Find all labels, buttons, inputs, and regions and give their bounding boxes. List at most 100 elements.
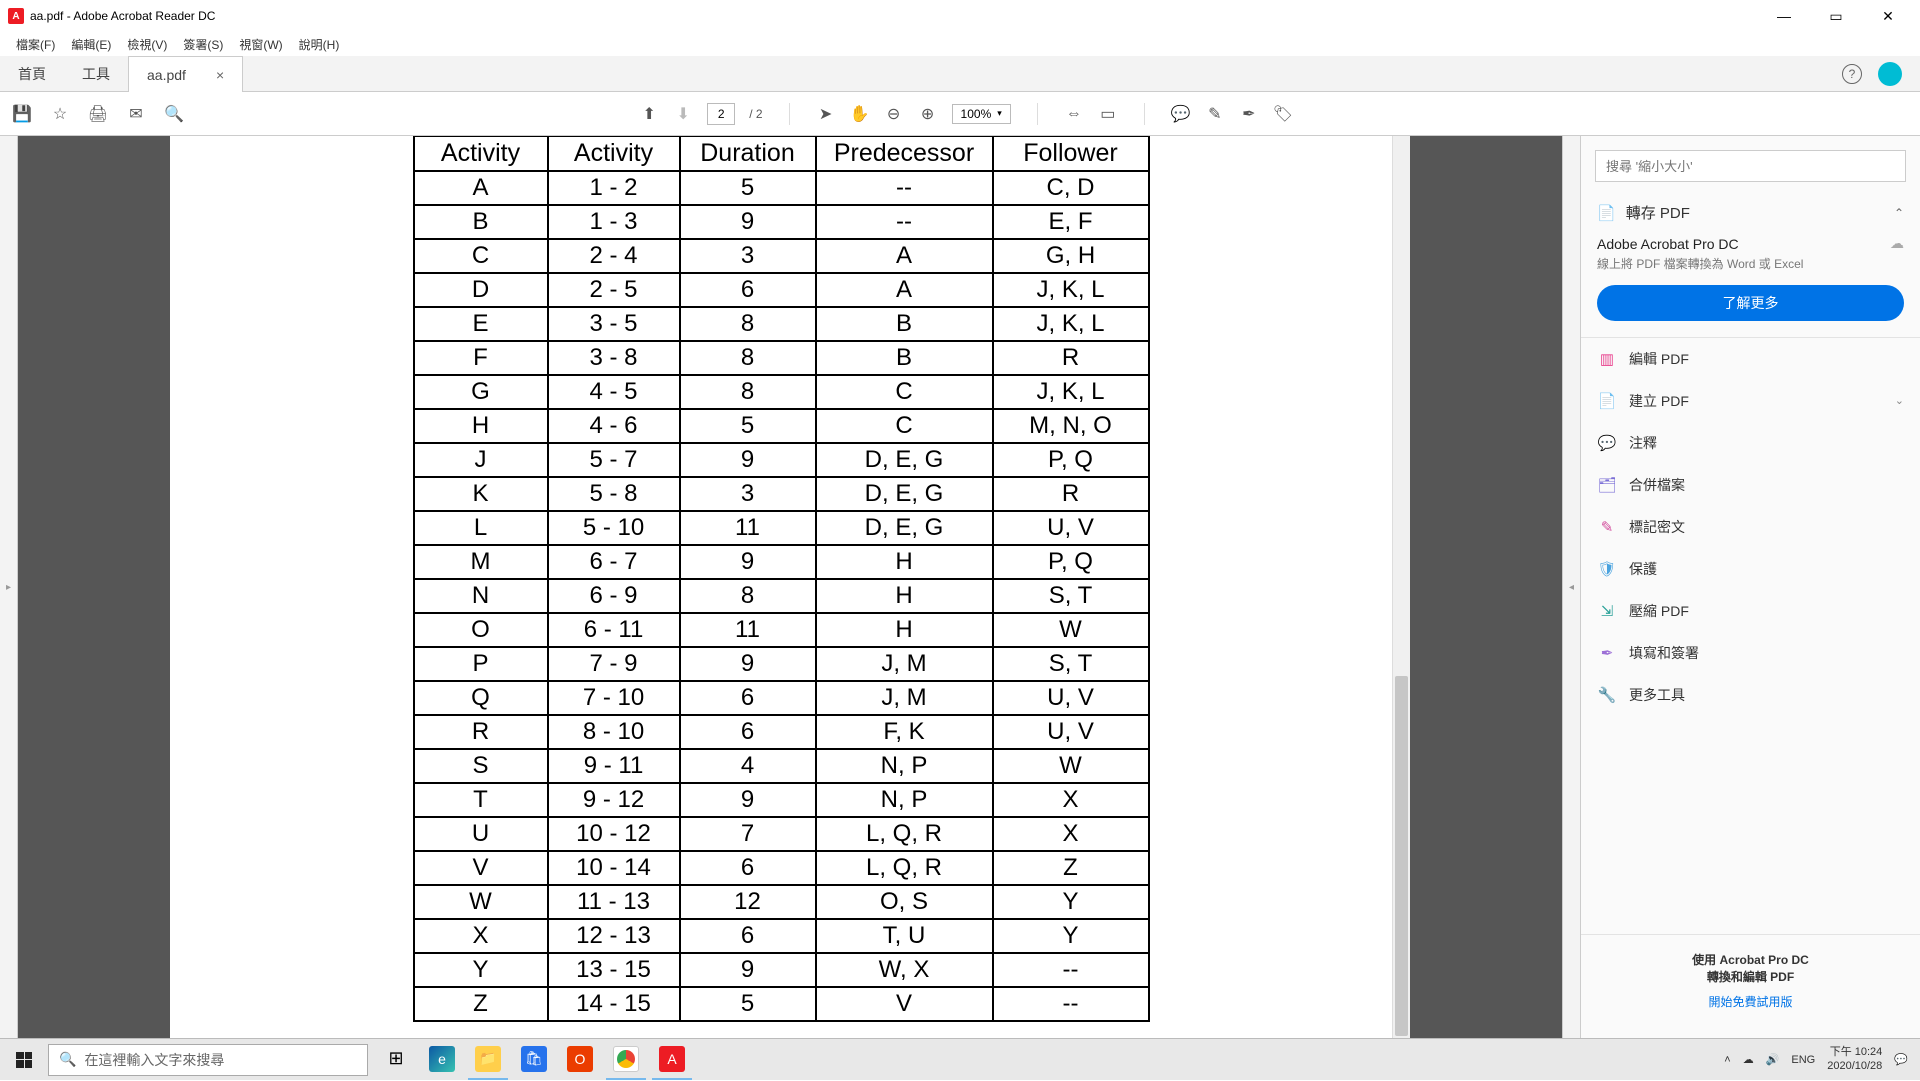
- right-pane-toggle[interactable]: ◂: [1562, 136, 1580, 1038]
- tab-tools[interactable]: 工具: [64, 56, 128, 92]
- create-pdf-item[interactable]: 📄建立 PDF⌄: [1581, 380, 1920, 422]
- fit-width-icon[interactable]: ⇔: [1064, 104, 1084, 124]
- start-button[interactable]: [0, 1039, 48, 1081]
- table-row: C2 - 43AG, H: [414, 239, 1149, 273]
- notifications-icon[interactable]: 💬: [1894, 1053, 1908, 1066]
- edit-icon: ▥: [1597, 349, 1617, 369]
- edge-icon[interactable]: e: [422, 1040, 462, 1080]
- fillsign-item[interactable]: ✒填寫和簽署: [1581, 632, 1920, 674]
- scrollbar-thumb[interactable]: [1395, 676, 1408, 1036]
- chrome-icon[interactable]: [606, 1040, 646, 1080]
- zoom-out-icon[interactable]: ⊖: [884, 104, 904, 124]
- store-icon[interactable]: 🛍: [514, 1040, 554, 1080]
- table-cell: U, V: [993, 715, 1149, 749]
- moretools-item[interactable]: 🔧更多工具: [1581, 674, 1920, 716]
- vertical-scrollbar[interactable]: [1392, 136, 1410, 1038]
- table-cell: 12 - 13: [548, 919, 680, 953]
- explorer-icon[interactable]: 📁: [468, 1040, 508, 1080]
- hand-tool-icon[interactable]: ✋: [850, 104, 870, 124]
- panel-search-input[interactable]: [1595, 150, 1906, 182]
- left-pane-toggle[interactable]: ▸: [0, 136, 18, 1038]
- star-icon[interactable]: ☆: [50, 104, 70, 124]
- maximize-button[interactable]: ▭: [1816, 2, 1856, 30]
- compress-item[interactable]: ⇲壓縮 PDF: [1581, 590, 1920, 632]
- comment-icon[interactable]: 💬: [1171, 104, 1191, 124]
- menu-help[interactable]: 說明(H): [291, 36, 348, 53]
- tab-close-icon[interactable]: ×: [216, 67, 224, 83]
- protect-item[interactable]: 🛡保護: [1581, 548, 1920, 590]
- table-cell: W, X: [816, 953, 993, 987]
- avatar[interactable]: [1878, 62, 1902, 86]
- table-cell: 5: [680, 987, 816, 1021]
- page-up-icon[interactable]: ⬆: [639, 104, 659, 124]
- menu-sign[interactable]: 簽署(S): [175, 36, 231, 53]
- page-total: / 2: [749, 107, 762, 121]
- table-cell: U, V: [993, 511, 1149, 545]
- redact-item[interactable]: ✎標記密文: [1581, 506, 1920, 548]
- table-cell: S: [414, 749, 548, 783]
- separator: [1037, 103, 1038, 125]
- read-mode-icon[interactable]: ▭: [1098, 104, 1118, 124]
- clock[interactable]: 下午 10:24 2020/10/28: [1827, 1046, 1882, 1072]
- table-cell: --: [816, 171, 993, 205]
- table-row: A1 - 25--C, D: [414, 171, 1149, 205]
- toolbar: 💾 ☆ 🖨 ✉ 🔍 ⬆ ⬇ / 2 ➤ ✋ ⊖ ⊕ 100%▾ ⇔ ▭ 💬 ✎ …: [0, 92, 1920, 136]
- page-number-input[interactable]: [707, 103, 735, 125]
- office-icon[interactable]: O: [560, 1040, 600, 1080]
- zoom-in-icon[interactable]: ⊕: [918, 104, 938, 124]
- trial-link[interactable]: 開始免費試用版: [1581, 993, 1920, 1010]
- table-cell: J, M: [816, 647, 993, 681]
- convert-pdf-head[interactable]: 📄 轉存 PDF ⌃: [1581, 190, 1920, 235]
- onedrive-icon[interactable]: ☁: [1743, 1053, 1754, 1066]
- save-icon[interactable]: 💾: [12, 104, 32, 124]
- app-icon: A: [8, 8, 24, 24]
- sign-icon[interactable]: ✒: [1239, 104, 1259, 124]
- speaker-icon[interactable]: 🔊: [1766, 1053, 1780, 1066]
- menu-view[interactable]: 檢視(V): [119, 36, 175, 53]
- search-icon[interactable]: 🔍: [164, 104, 184, 124]
- window-title: aa.pdf - Adobe Acrobat Reader DC: [30, 9, 1764, 23]
- table-cell: 13 - 15: [548, 953, 680, 987]
- combine-item[interactable]: 🗂合併檔案: [1581, 464, 1920, 506]
- table-cell: 9: [680, 647, 816, 681]
- document-viewer[interactable]: ActivityActivityDurationPredecessorFollo…: [18, 136, 1562, 1038]
- table-cell: J, K, L: [993, 273, 1149, 307]
- table-cell: Q: [414, 681, 548, 715]
- taskbar-search[interactable]: 🔍在這裡輸入文字來搜尋: [48, 1044, 368, 1076]
- highlight-icon[interactable]: ✎: [1205, 104, 1225, 124]
- comment-item[interactable]: 💬注釋: [1581, 422, 1920, 464]
- task-view-icon[interactable]: ⊞: [376, 1040, 416, 1080]
- system-tray: ˄ ☁ 🔊 ENG 下午 10:24 2020/10/28 💬: [1724, 1046, 1920, 1072]
- table-row: E3 - 58BJ, K, L: [414, 307, 1149, 341]
- help-icon[interactable]: ?: [1842, 64, 1862, 84]
- mail-icon[interactable]: ✉: [126, 104, 146, 124]
- minimize-button[interactable]: —: [1764, 2, 1804, 30]
- stamp-icon[interactable]: 🏷: [1273, 104, 1293, 124]
- menu-edit[interactable]: 編輯(E): [63, 36, 119, 53]
- activity-table: ActivityActivityDurationPredecessorFollo…: [413, 136, 1150, 1022]
- page-down-icon[interactable]: ⬇: [673, 104, 693, 124]
- table-cell: K: [414, 477, 548, 511]
- clock-time: 下午 10:24: [1827, 1046, 1882, 1059]
- edit-pdf-item[interactable]: ▥編輯 PDF: [1581, 338, 1920, 380]
- table-cell: W: [993, 749, 1149, 783]
- table-cell: 3: [680, 477, 816, 511]
- table-cell: L: [414, 511, 548, 545]
- menu-window[interactable]: 視窗(W): [231, 36, 290, 53]
- zoom-select[interactable]: 100%▾: [952, 104, 1011, 124]
- close-button[interactable]: ✕: [1868, 2, 1908, 30]
- table-cell: 4 - 5: [548, 375, 680, 409]
- table-cell: F: [414, 341, 548, 375]
- promo-line1: 使用 Acrobat Pro DC: [1692, 953, 1809, 967]
- acrobat-icon[interactable]: A: [652, 1040, 692, 1080]
- tray-chevron-icon[interactable]: ˄: [1724, 1054, 1730, 1066]
- select-tool-icon[interactable]: ➤: [816, 104, 836, 124]
- tab-document[interactable]: aa.pdf ×: [128, 56, 243, 92]
- menu-file[interactable]: 檔案(F): [8, 36, 63, 53]
- tab-home[interactable]: 首頁: [0, 56, 64, 92]
- ime-indicator[interactable]: ENG: [1791, 1054, 1815, 1066]
- learn-more-button[interactable]: 了解更多: [1597, 285, 1904, 321]
- print-icon[interactable]: 🖨: [88, 104, 108, 124]
- chevron-up-icon: ⌃: [1894, 206, 1904, 220]
- separator: [789, 103, 790, 125]
